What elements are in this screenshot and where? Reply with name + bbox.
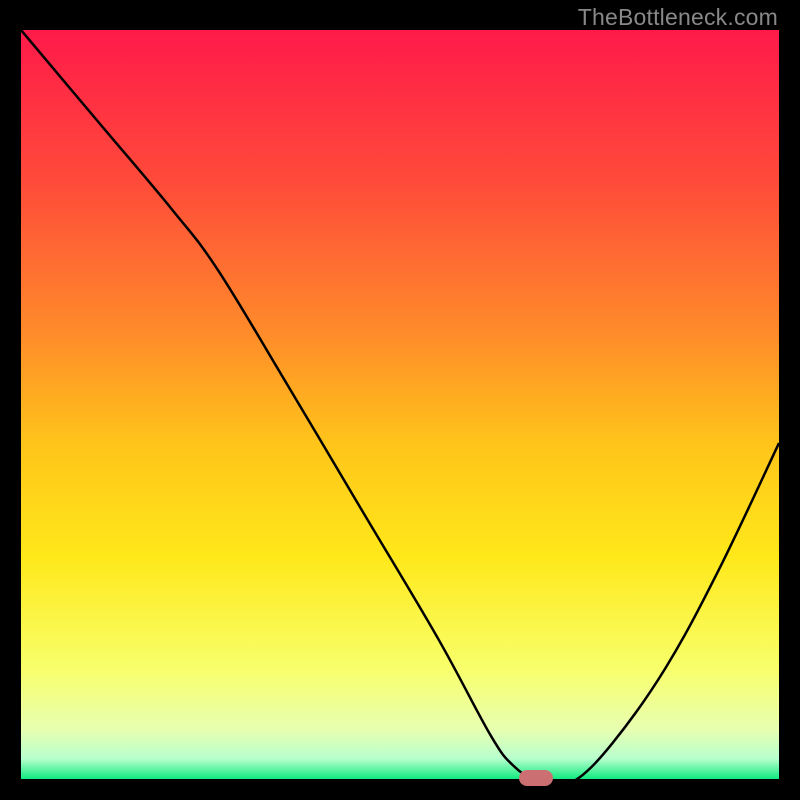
- watermark-text: TheBottleneck.com: [578, 4, 778, 31]
- chart-frame: [21, 30, 779, 781]
- optimal-point-marker: [519, 770, 553, 786]
- bottleneck-chart: [21, 30, 779, 781]
